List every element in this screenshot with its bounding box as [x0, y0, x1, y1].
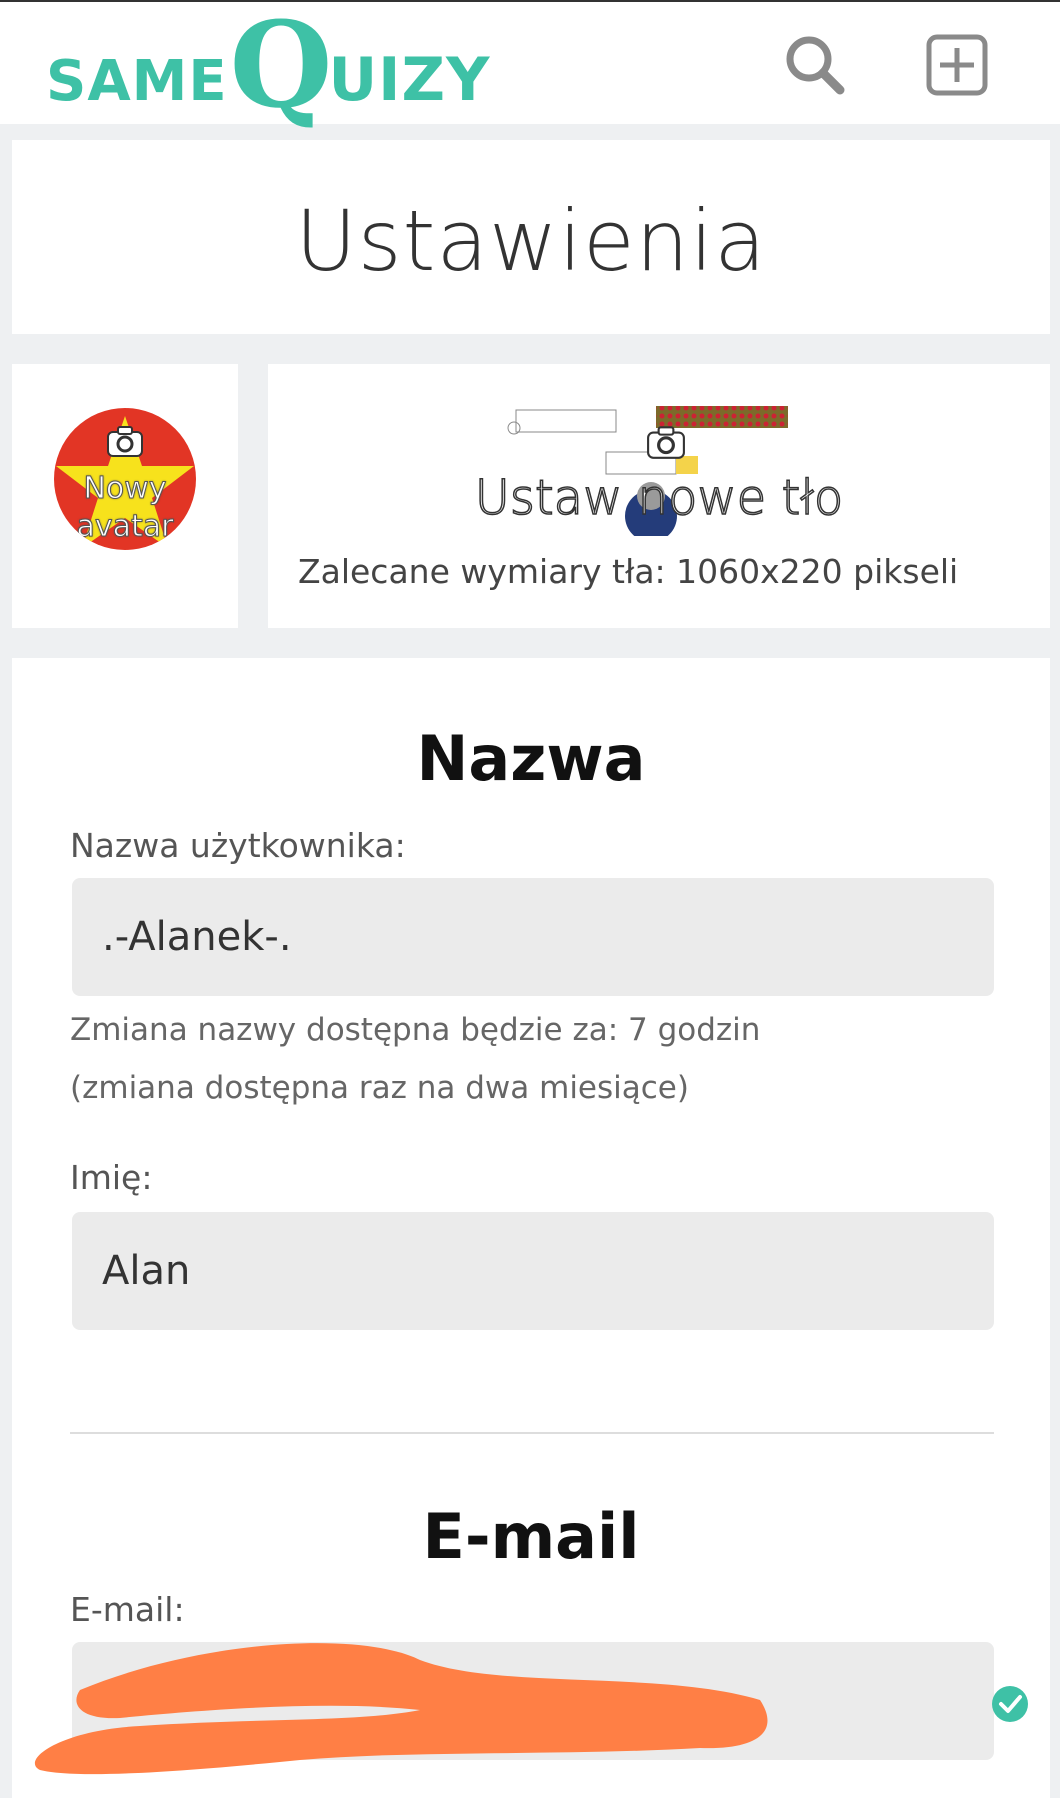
- background-size-hint: Zalecane wymiary tła: 1060x220 pikseli: [298, 552, 959, 591]
- avatar-label-line2: avatar: [76, 509, 174, 545]
- first-name-field[interactable]: Alan: [72, 1212, 994, 1330]
- set-background-label[interactable]: Ustaw nowe tło: [268, 469, 1050, 527]
- section-divider: [70, 1432, 994, 1434]
- username-label: Nazwa użytkownika:: [70, 826, 406, 865]
- samequizy-logo[interactable]: SAME Q UIZY: [46, 0, 491, 134]
- email-label: E-mail:: [70, 1590, 185, 1629]
- new-avatar-button[interactable]: Nowy avatar: [54, 408, 196, 550]
- avatar-card: Nowy avatar: [12, 364, 238, 628]
- settings-form-card: Nazwa Nazwa użytkownika: .-Alanek-. Zmia…: [12, 658, 1050, 1798]
- logo-suffix: UIZY: [328, 45, 491, 115]
- camera-icon: [647, 426, 685, 459]
- camera-icon: [107, 426, 143, 457]
- check-circle-icon: [992, 1686, 1028, 1722]
- page-title-card: Ustawienia: [12, 140, 1050, 334]
- email-section-title: E-mail: [422, 1500, 640, 1573]
- avatar-label: Nowy avatar: [54, 470, 196, 546]
- add-square-icon[interactable]: [924, 32, 990, 98]
- logo-q: Q: [229, 0, 333, 134]
- top-header: SAME Q UIZY: [0, 2, 1060, 124]
- logo-prefix: SAME: [46, 49, 228, 114]
- username-field[interactable]: .-Alanek-.: [72, 878, 994, 996]
- username-change-hint: Zmiana nazwy dostępna będzie za: 7 godzi…: [70, 1012, 761, 1048]
- name-section-title: Nazwa: [416, 722, 646, 795]
- avatar-label-line1: Nowy: [83, 471, 167, 507]
- search-icon[interactable]: [782, 32, 848, 98]
- page-title: Ustawienia: [295, 192, 767, 290]
- background-card: Ustaw nowe tło Zalecane wymiary tła: 106…: [268, 364, 1050, 628]
- username-change-frequency: (zmiana dostępna raz na dwa miesiące): [70, 1070, 689, 1106]
- first-name-label: Imię:: [70, 1158, 153, 1197]
- redaction-scribble: [34, 1643, 768, 1775]
